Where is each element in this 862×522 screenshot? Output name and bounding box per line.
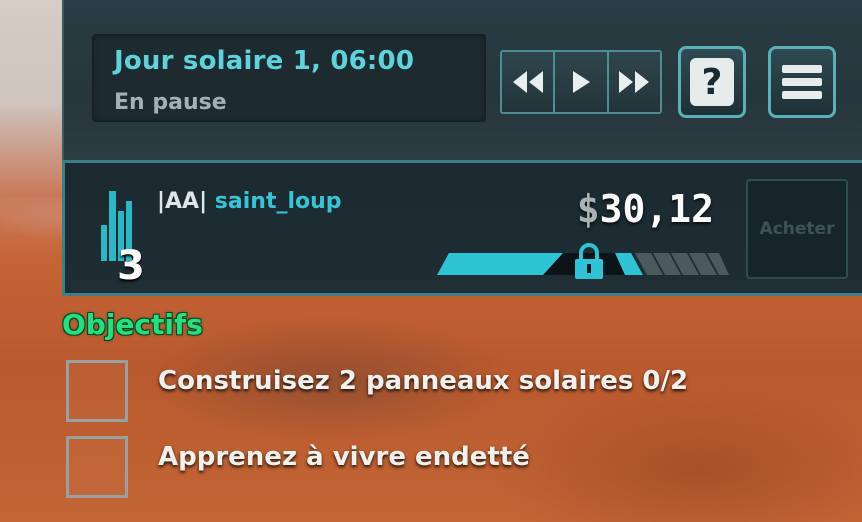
money-display: $30,12 <box>577 187 714 231</box>
objective-text: Construisez 2 panneaux solaires 0/2 <box>158 366 689 396</box>
player-name: |AA| saint_loup <box>157 189 342 214</box>
terrain-highlight <box>0 0 70 260</box>
rewind-button[interactable] <box>502 52 556 112</box>
username: saint_loup <box>214 189 342 214</box>
pause-status: En pause <box>114 90 227 115</box>
credit-progress-bar <box>437 243 729 279</box>
lock-icon <box>575 243 603 279</box>
time-panel: Jour solaire 1, 06:00 En pause ? <box>62 0 862 160</box>
help-button[interactable]: ? <box>678 46 746 118</box>
clan-tag: |AA| <box>157 189 208 214</box>
solar-day-label: Jour solaire 1, 06:00 <box>114 46 415 76</box>
objective-checkbox[interactable] <box>66 360 128 422</box>
objectives-title: Objectifs <box>62 308 203 341</box>
menu-button[interactable] <box>768 46 836 118</box>
objective-checkbox[interactable] <box>66 436 128 498</box>
fast-forward-icon <box>619 71 650 93</box>
play-button[interactable] <box>555 52 609 112</box>
help-icon: ? <box>690 58 734 106</box>
currency-sign: $ <box>576 187 600 231</box>
objective-item: Apprenez à vivre endetté <box>66 436 846 502</box>
date-display: Jour solaire 1, 06:00 En pause <box>92 34 486 122</box>
money-value: 30,12 <box>599 187 714 231</box>
speed-controls <box>500 50 662 114</box>
objective-item: Construisez 2 panneaux solaires 0/2 <box>66 360 846 426</box>
hamburger-menu-icon <box>782 65 822 99</box>
fast-forward-button[interactable] <box>608 52 660 112</box>
rewind-icon <box>512 71 543 93</box>
player-rank: 3 <box>117 243 145 289</box>
player-panel: 3 |AA| saint_loup $30,12 Acheter <box>62 160 862 296</box>
objective-text: Apprenez à vivre endetté <box>158 442 530 472</box>
play-icon <box>572 71 590 93</box>
buy-button[interactable]: Acheter <box>746 179 848 279</box>
